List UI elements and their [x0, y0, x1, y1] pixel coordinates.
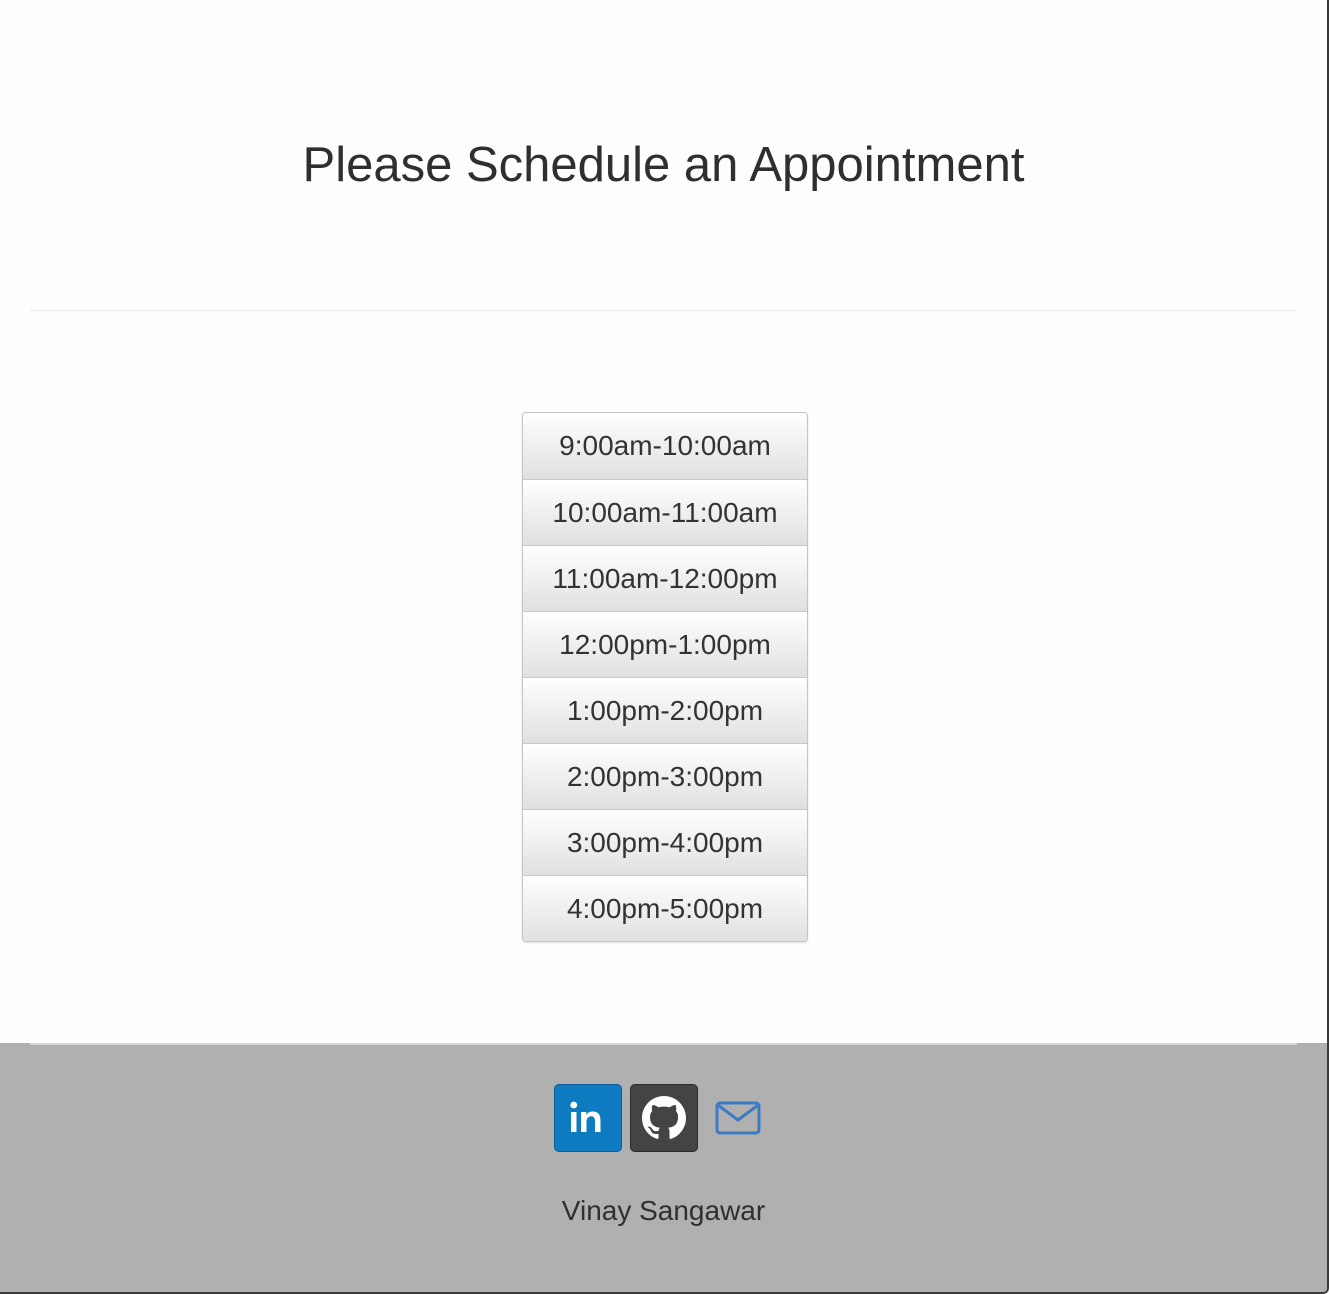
time-slot-button[interactable]: 11:00am-12:00pm — [523, 545, 807, 611]
email-button[interactable] — [714, 1094, 762, 1142]
github-button[interactable] — [630, 1084, 698, 1152]
author-name: Vinay Sangawar — [561, 1195, 766, 1226]
time-slot-button[interactable]: 4:00pm-5:00pm — [523, 875, 807, 941]
time-slot-button[interactable]: 3:00pm-4:00pm — [523, 809, 807, 875]
header-divider — [30, 310, 1297, 311]
time-slot-list: 9:00am-10:00am 10:00am-11:00am 11:00am-1… — [522, 412, 808, 942]
linkedin-icon — [570, 1101, 601, 1132]
page-footer: Vinay Sangawar — [0, 1043, 1327, 1292]
mail-icon — [715, 1101, 761, 1135]
time-slot-button[interactable]: 12:00pm-1:00pm — [523, 611, 807, 677]
social-links — [554, 1084, 762, 1152]
time-slot-button[interactable]: 1:00pm-2:00pm — [523, 677, 807, 743]
app-window: Please Schedule an Appointment 9:00am-10… — [0, 0, 1329, 1294]
github-icon — [642, 1096, 686, 1139]
time-slot-button[interactable]: 9:00am-10:00am — [523, 413, 807, 479]
page-header: Please Schedule an Appointment — [0, 0, 1327, 312]
page-title: Please Schedule an Appointment — [302, 138, 1025, 192]
time-slot-button[interactable]: 2:00pm-3:00pm — [523, 743, 807, 809]
linkedin-button[interactable] — [554, 1084, 622, 1152]
time-slot-button[interactable]: 10:00am-11:00am — [523, 479, 807, 545]
footer-divider — [30, 1043, 1297, 1045]
